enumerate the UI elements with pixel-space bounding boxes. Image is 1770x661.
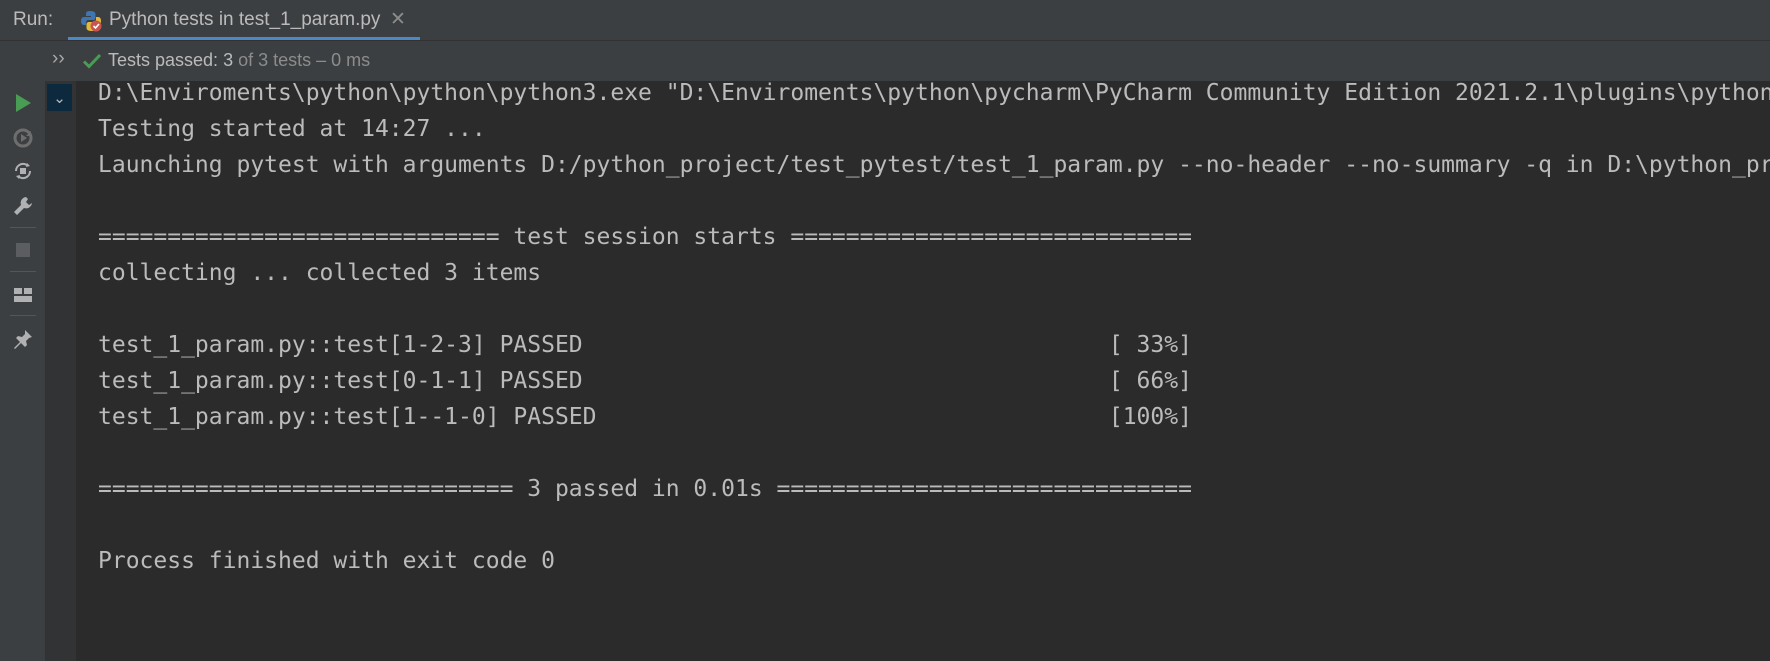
toolbar-separator <box>10 315 36 316</box>
settings-button[interactable] <box>11 194 35 218</box>
tests-passed-status: Tests passed: 3 of 3 tests – 0 ms <box>108 50 370 71</box>
close-icon[interactable]: ✕ <box>390 8 406 31</box>
console-line: collecting ... collected 3 items <box>98 260 542 286</box>
status-label: Tests passed: <box>108 50 224 70</box>
test-status-bar: ›› Tests passed: 3 of 3 tests – 0 ms <box>0 41 1770 82</box>
layout-button[interactable] <box>11 283 35 307</box>
console-line: test_1_param.py::test[0-1-1] PASSED [ 66… <box>98 368 1192 394</box>
run-button[interactable] <box>11 91 35 115</box>
fold-toggle-icon[interactable]: ⌄ <box>47 84 72 111</box>
rerun-failed-button[interactable] <box>11 126 35 150</box>
python-test-icon <box>81 11 102 32</box>
run-side-toolbar <box>0 81 46 661</box>
stop-button[interactable] <box>11 238 35 262</box>
toggle-auto-test-button[interactable] <box>11 159 35 183</box>
console-line: Process finished with exit code 0 <box>98 548 555 574</box>
run-toolwindow-header: Run: Python tests in test_1_param.py ✕ <box>0 0 1770 41</box>
tab-title: Python tests in test_1_param.py <box>109 9 381 30</box>
console-line: ============================== 3 passed … <box>98 476 1192 502</box>
console-line: test_1_param.py::test[1--1-0] PASSED [10… <box>98 404 1192 430</box>
toolbar-separator <box>10 271 36 272</box>
expand-tree-icon[interactable]: ›› <box>52 48 65 70</box>
console-output[interactable]: D:\Enviroments\python\python\python3.exe… <box>76 81 1770 661</box>
console-line: Testing started at 14:27 ... <box>98 116 486 142</box>
console-line: Launching pytest with arguments D:/pytho… <box>98 152 1770 178</box>
wrench-icon <box>14 197 32 215</box>
console-line: D:\Enviroments\python\python\python3.exe… <box>98 81 1770 106</box>
status-count: 3 <box>223 50 234 70</box>
console-line: ============================= test sessi… <box>98 224 1192 250</box>
tab-python-tests[interactable]: Python tests in test_1_param.py ✕ <box>68 0 420 40</box>
rerun-failed-icon <box>13 128 33 148</box>
stop-icon <box>16 243 30 257</box>
run-icon <box>16 94 31 112</box>
pin-icon <box>14 330 32 349</box>
layout-icon <box>14 288 32 302</box>
console-line: test_1_param.py::test[1-2-3] PASSED [ 33… <box>98 332 1192 358</box>
toolbar-separator <box>10 227 36 228</box>
check-icon <box>82 53 102 69</box>
console-gutter <box>46 81 76 661</box>
toggle-auto-test-icon <box>14 162 32 180</box>
status-detail: of 3 tests – 0 ms <box>233 50 371 70</box>
pin-tab-button[interactable] <box>11 327 35 351</box>
run-label: Run: <box>13 9 54 30</box>
